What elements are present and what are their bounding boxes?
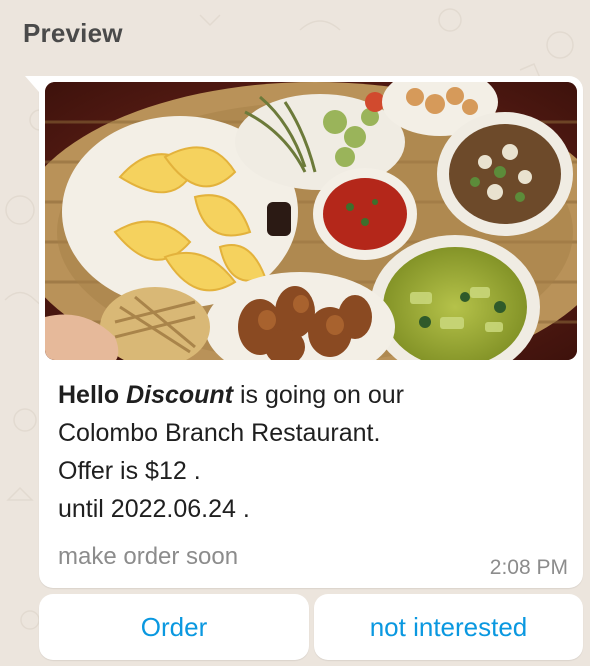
greeting-text: Hello bbox=[58, 381, 120, 409]
message-bubble: Hello Discount is going on our Colombo B… bbox=[25, 76, 583, 588]
message-timestamp: 2:08 PM bbox=[489, 556, 568, 579]
message-text: Hello Discount is going on our Colombo B… bbox=[58, 376, 568, 528]
message-footer: make order soon bbox=[58, 543, 239, 570]
message-line-2: Colombo Branch Restaurant. bbox=[58, 419, 381, 447]
message-line-1: Hello Discount is going on our bbox=[58, 376, 568, 414]
discount-highlight: Discount bbox=[126, 381, 234, 409]
message-line-3: Offer is $12 . bbox=[58, 457, 201, 485]
not-interested-button[interactable]: not interested bbox=[314, 594, 583, 660]
order-button[interactable]: Order bbox=[39, 594, 309, 660]
message-line-4: until 2022.06.24 . bbox=[58, 495, 250, 523]
preview-title: Preview bbox=[23, 18, 123, 48]
bubble-tail bbox=[25, 76, 39, 92]
line1-rest: is going on our bbox=[233, 381, 404, 409]
food-photo[interactable] bbox=[45, 82, 577, 360]
